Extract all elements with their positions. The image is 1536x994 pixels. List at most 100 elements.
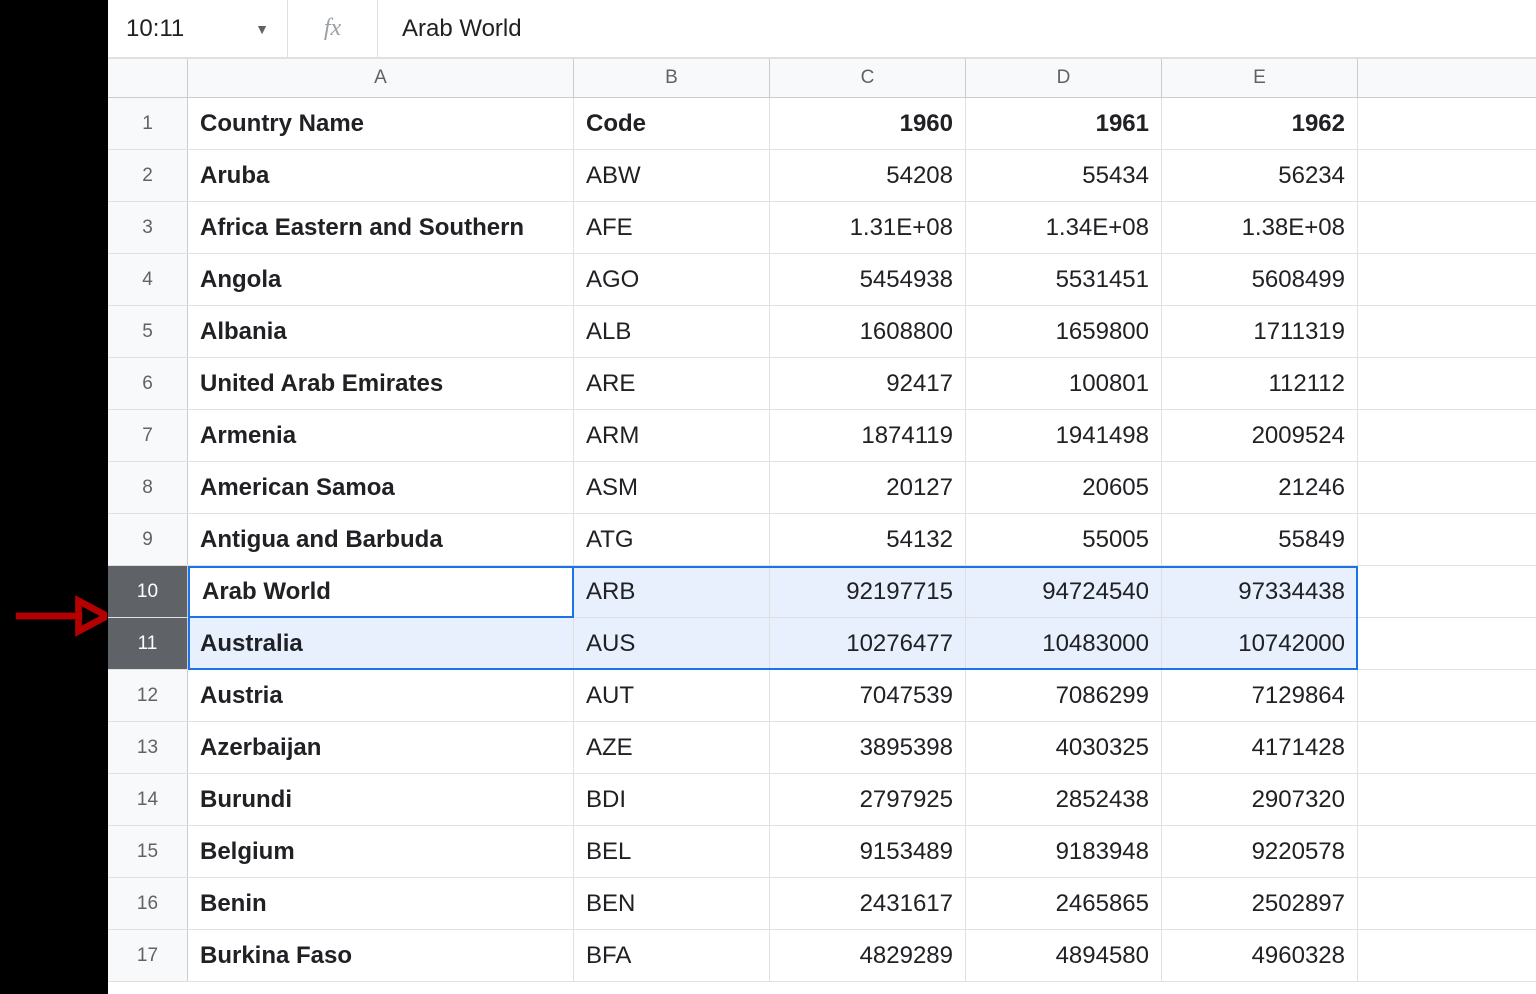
cell[interactable]: Country Name — [188, 98, 574, 149]
column-header[interactable]: B — [574, 59, 770, 97]
row-header[interactable]: 13 — [108, 722, 188, 773]
cell[interactable]: AUS — [574, 618, 770, 669]
cell[interactable]: Austria — [188, 670, 574, 721]
row-header[interactable]: 4 — [108, 254, 188, 305]
cell[interactable]: 7047539 — [770, 670, 966, 721]
cell[interactable]: Burundi — [188, 774, 574, 825]
cell[interactable]: ARM — [574, 410, 770, 461]
cell[interactable]: 10276477 — [770, 618, 966, 669]
cell[interactable]: AFE — [574, 202, 770, 253]
cell[interactable]: 2907320 — [1162, 774, 1358, 825]
row-header[interactable]: 8 — [108, 462, 188, 513]
cell[interactable]: Belgium — [188, 826, 574, 877]
cell[interactable]: Arab World — [188, 566, 574, 617]
cell[interactable]: 2465865 — [966, 878, 1162, 929]
column-header[interactable]: D — [966, 59, 1162, 97]
cell[interactable]: 20127 — [770, 462, 966, 513]
cell[interactable]: 1711319 — [1162, 306, 1358, 357]
cell[interactable]: ASM — [574, 462, 770, 513]
cell[interactable]: ARB — [574, 566, 770, 617]
cell[interactable]: Angola — [188, 254, 574, 305]
cell[interactable]: 3895398 — [770, 722, 966, 773]
cell[interactable]: 9220578 — [1162, 826, 1358, 877]
cell[interactable]: 2502897 — [1162, 878, 1358, 929]
cell[interactable]: 1659800 — [966, 306, 1162, 357]
cell[interactable]: 1941498 — [966, 410, 1162, 461]
cell[interactable]: 9153489 — [770, 826, 966, 877]
cell[interactable]: 92417 — [770, 358, 966, 409]
cell[interactable]: BFA — [574, 930, 770, 981]
row-header[interactable]: 10 — [108, 566, 188, 617]
cell[interactable]: BDI — [574, 774, 770, 825]
row-header[interactable]: 7 — [108, 410, 188, 461]
cell[interactable]: 100801 — [966, 358, 1162, 409]
row-header[interactable]: 9 — [108, 514, 188, 565]
cell[interactable]: 5608499 — [1162, 254, 1358, 305]
cell[interactable]: 1.34E+08 — [966, 202, 1162, 253]
cell[interactable]: Azerbaijan — [188, 722, 574, 773]
select-all-corner[interactable] — [108, 59, 188, 97]
row-header[interactable]: 17 — [108, 930, 188, 981]
cell[interactable]: 1960 — [770, 98, 966, 149]
cell[interactable]: American Samoa — [188, 462, 574, 513]
cell[interactable]: 21246 — [1162, 462, 1358, 513]
cell[interactable]: Code — [574, 98, 770, 149]
cell[interactable]: 56234 — [1162, 150, 1358, 201]
row-header[interactable]: 6 — [108, 358, 188, 409]
row-header[interactable]: 2 — [108, 150, 188, 201]
cell[interactable]: Benin — [188, 878, 574, 929]
cell[interactable]: 7129864 — [1162, 670, 1358, 721]
cell[interactable]: 112112 — [1162, 358, 1358, 409]
cell[interactable]: 20605 — [966, 462, 1162, 513]
cell[interactable]: AUT — [574, 670, 770, 721]
cell[interactable]: 4171428 — [1162, 722, 1358, 773]
cell[interactable]: 97334438 — [1162, 566, 1358, 617]
cell[interactable]: ARE — [574, 358, 770, 409]
cell[interactable]: United Arab Emirates — [188, 358, 574, 409]
cell[interactable]: 5454938 — [770, 254, 966, 305]
cell[interactable]: 4894580 — [966, 930, 1162, 981]
cell[interactable]: ALB — [574, 306, 770, 357]
row-header[interactable]: 16 — [108, 878, 188, 929]
row-header[interactable]: 15 — [108, 826, 188, 877]
cell[interactable]: 7086299 — [966, 670, 1162, 721]
column-header[interactable]: C — [770, 59, 966, 97]
cell[interactable]: 10483000 — [966, 618, 1162, 669]
formula-input[interactable]: Arab World — [378, 15, 1536, 43]
cell[interactable]: ABW — [574, 150, 770, 201]
cell[interactable]: 1.38E+08 — [1162, 202, 1358, 253]
column-header[interactable]: E — [1162, 59, 1358, 97]
row-header[interactable]: 3 — [108, 202, 188, 253]
name-box[interactable]: 10:11 ▼ — [108, 0, 288, 58]
cell[interactable]: Albania — [188, 306, 574, 357]
cell[interactable]: 94724540 — [966, 566, 1162, 617]
cell[interactable]: 55434 — [966, 150, 1162, 201]
column-header[interactable]: A — [188, 59, 574, 97]
cell[interactable]: ATG — [574, 514, 770, 565]
row-header[interactable]: 11 — [108, 618, 188, 669]
row-header[interactable]: 12 — [108, 670, 188, 721]
cell[interactable]: 2431617 — [770, 878, 966, 929]
cell[interactable]: 4960328 — [1162, 930, 1358, 981]
cell[interactable]: Africa Eastern and Southern — [188, 202, 574, 253]
cell[interactable]: 2009524 — [1162, 410, 1358, 461]
cell[interactable]: BEN — [574, 878, 770, 929]
chevron-down-icon[interactable]: ▼ — [255, 21, 269, 37]
cell[interactable]: Antigua and Barbuda — [188, 514, 574, 565]
cell[interactable]: 4030325 — [966, 722, 1162, 773]
cell[interactable]: Aruba — [188, 150, 574, 201]
cell[interactable]: Burkina Faso — [188, 930, 574, 981]
cell[interactable]: 1961 — [966, 98, 1162, 149]
cell[interactable]: 1962 — [1162, 98, 1358, 149]
cell[interactable]: 92197715 — [770, 566, 966, 617]
row-header[interactable]: 5 — [108, 306, 188, 357]
cell[interactable]: 2852438 — [966, 774, 1162, 825]
cell[interactable]: 1874119 — [770, 410, 966, 461]
cell[interactable]: 9183948 — [966, 826, 1162, 877]
cell[interactable]: Armenia — [188, 410, 574, 461]
cell[interactable]: 10742000 — [1162, 618, 1358, 669]
row-header[interactable]: 1 — [108, 98, 188, 149]
cell[interactable]: 55005 — [966, 514, 1162, 565]
cell[interactable]: 54132 — [770, 514, 966, 565]
row-header[interactable]: 14 — [108, 774, 188, 825]
